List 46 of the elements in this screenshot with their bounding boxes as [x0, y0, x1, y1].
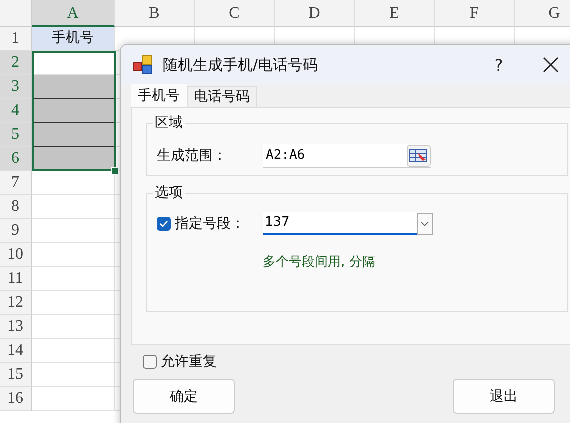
- row-header[interactable]: 5: [0, 123, 32, 147]
- column-header[interactable]: A: [32, 0, 115, 27]
- row-header[interactable]: 6: [0, 147, 32, 171]
- row-header[interactable]: 13: [0, 315, 32, 339]
- dialog-button[interactable]: 退出: [453, 379, 555, 414]
- prefix-dropdown[interactable]: 137: [263, 212, 433, 235]
- row-header[interactable]: 2: [0, 51, 32, 75]
- check-icon: [159, 218, 169, 228]
- row-header[interactable]: 11: [0, 267, 32, 291]
- row-header[interactable]: 8: [0, 195, 32, 219]
- row-header[interactable]: 4: [0, 99, 32, 123]
- row-header[interactable]: 10: [0, 243, 32, 267]
- row-header[interactable]: 12: [0, 291, 32, 315]
- checkbox-label: 指定号段：: [175, 214, 246, 232]
- table-cell: 手机号: [32, 27, 115, 51]
- tab[interactable]: 电话号码: [187, 86, 257, 107]
- row-header[interactable]: 15: [0, 363, 32, 387]
- grid-arrow-icon: [409, 148, 429, 164]
- range-field[interactable]: A2:A6: [263, 144, 431, 168]
- row-header[interactable]: 9: [0, 219, 32, 243]
- help-button[interactable]: ?: [489, 56, 509, 74]
- field-label: 生成范围：: [157, 147, 228, 165]
- checkbox-label: 允许重复: [161, 353, 217, 371]
- close-icon[interactable]: [543, 57, 559, 73]
- column-header[interactable]: D: [275, 0, 355, 27]
- group-title: 选项: [154, 184, 184, 202]
- dialog-button[interactable]: 确定: [133, 379, 235, 414]
- column-header[interactable]: G: [515, 0, 570, 27]
- row-header[interactable]: 14: [0, 339, 32, 363]
- app-icon: [132, 54, 154, 76]
- checkbox[interactable]: [143, 355, 157, 369]
- hint-text: 多个号段间用, 分隔: [263, 254, 376, 271]
- column-header[interactable]: E: [355, 0, 435, 27]
- column-header[interactable]: C: [195, 0, 275, 27]
- group-title: 区域: [154, 114, 184, 132]
- window-title: 随机生成手机/电话号码: [163, 56, 318, 74]
- checkbox[interactable]: [157, 216, 171, 230]
- range-picker-button[interactable]: [407, 144, 431, 166]
- row-header[interactable]: 16: [0, 387, 32, 411]
- row-header[interactable]: 7: [0, 171, 32, 195]
- fill-handle[interactable]: [111, 167, 119, 175]
- row-header[interactable]: 1: [0, 27, 32, 51]
- tab[interactable]: 手机号: [131, 84, 187, 107]
- column-header[interactable]: B: [115, 0, 195, 27]
- column-header[interactable]: F: [435, 0, 515, 27]
- row-header[interactable]: 3: [0, 75, 32, 99]
